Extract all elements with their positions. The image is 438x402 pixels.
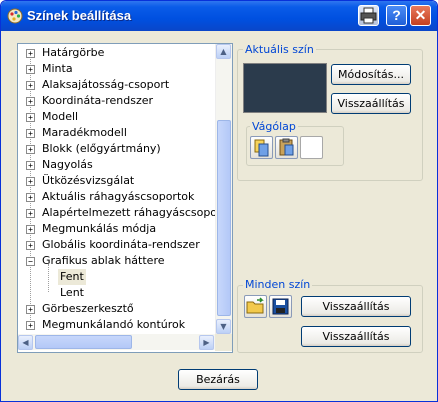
tree-item-label: Határgörbe — [42, 46, 105, 59]
scroll-down-button[interactable]: ▼ — [216, 319, 231, 334]
expand-icon[interactable]: + — [26, 177, 35, 186]
palette-app-icon — [7, 8, 23, 24]
window-title: Színek beállítása — [27, 8, 132, 23]
paste-color-button[interactable] — [275, 136, 298, 159]
tree-item-label: Megmunkálás módja — [42, 222, 157, 235]
horizontal-scrollbar[interactable]: ◀ ▶ — [18, 334, 215, 350]
save-disk-icon — [272, 298, 289, 315]
tree-item-label: Ütközésvizsgálat — [42, 174, 135, 187]
print-button[interactable] — [358, 5, 379, 26]
tree-item[interactable]: + Aktuális ráhagyáscsoportok — [18, 189, 215, 205]
current-color-swatch — [243, 63, 327, 113]
tree-item-label: Alaksajátosság-csoport — [42, 78, 170, 91]
scrollbar-corner — [215, 334, 232, 351]
tree-item-label: Görbeszerkesztő — [42, 302, 134, 315]
color-settings-dialog: Színek beállítása ? ✕ + Határgörbe + Min… — [0, 0, 438, 402]
paste-icon — [279, 138, 294, 156]
tree-item[interactable]: + Koordináta-rendszer — [18, 93, 215, 109]
expand-icon[interactable]: + — [26, 113, 35, 122]
all-colors-group-title: Minden szín — [243, 278, 313, 291]
tree-item-label: Blokk (előgyártmány) — [42, 142, 161, 155]
scroll-up-button[interactable]: ▲ — [216, 44, 231, 59]
tree-item-label: Maradékmodell — [42, 126, 127, 139]
tree-item-label: Minta — [42, 62, 73, 75]
tree-item[interactable]: + Határgörbe — [18, 45, 215, 61]
scroll-right-button[interactable]: ▶ — [199, 335, 214, 350]
tree-item[interactable]: + Nagyolás — [18, 157, 215, 173]
copy-icon — [254, 139, 269, 157]
tree-item-label: Alapértelmezett ráhagyáscsoportok — [42, 206, 233, 219]
vertical-scrollbar[interactable]: ▲ ▼ — [215, 44, 232, 334]
close-button[interactable]: Bezárás — [178, 369, 258, 390]
vertical-scroll-thumb[interactable] — [217, 120, 231, 316]
tree-item-label: Modell — [42, 110, 79, 123]
expand-icon[interactable]: + — [26, 241, 35, 250]
expand-icon[interactable]: + — [26, 321, 35, 330]
question-mark-icon: ? — [392, 7, 401, 23]
expand-icon[interactable]: + — [26, 161, 35, 170]
tree-item-label: Aktuális ráhagyáscsoportok — [42, 190, 195, 203]
arrow-down-icon: ▼ — [220, 322, 227, 331]
tree-item-label: Globális koordináta-rendszer — [42, 238, 200, 251]
expand-icon[interactable]: + — [26, 193, 35, 202]
tree-item[interactable]: + Alapértelmezett ráhagyáscsoportok — [18, 205, 232, 221]
expand-icon[interactable]: + — [26, 305, 35, 314]
expand-icon[interactable]: + — [26, 145, 35, 154]
tree-item-label: Nagyolás — [42, 158, 93, 171]
tree-item[interactable]: + Alaksajátosság-csoport — [18, 77, 215, 93]
close-window-button[interactable]: ✕ — [410, 5, 431, 26]
tree-item[interactable]: + Görbeszerkesztő — [18, 301, 215, 317]
copy-color-button[interactable] — [250, 136, 273, 159]
arrow-left-icon: ◀ — [22, 338, 29, 347]
tree-item[interactable]: + Minta — [18, 61, 215, 77]
tree-item-label: Koordináta-rendszer — [42, 94, 154, 107]
clipboard-color-swatch — [300, 136, 323, 159]
expand-icon[interactable]: + — [26, 81, 35, 90]
tree-item[interactable]: + Megmunkálás módja — [18, 221, 215, 237]
close-icon: ✕ — [414, 7, 427, 23]
printer-icon — [360, 7, 377, 24]
tree-child-item[interactable]: Fent — [18, 269, 215, 285]
tree-child-label: Lent — [60, 286, 84, 299]
expand-icon[interactable]: + — [26, 209, 35, 218]
collapse-icon[interactable]: − — [26, 257, 35, 266]
tree-item[interactable]: + Modell — [18, 109, 215, 125]
help-button[interactable]: ? — [386, 5, 407, 26]
tree-item[interactable]: + Blokk (előgyártmány) — [18, 141, 215, 157]
tree-item[interactable]: + Megmunkálandó kontúrok — [18, 317, 215, 333]
color-category-tree[interactable]: + Határgörbe + Minta + Alaksajátosság-cs… — [17, 43, 233, 353]
save-colors-button[interactable] — [269, 295, 292, 318]
reset-all-colors-button[interactable]: Visszaállítás — [301, 296, 411, 317]
tree-item[interactable]: + Ütközésvizsgálat — [18, 173, 215, 189]
tree-item[interactable]: + Globális koordináta-rendszer — [18, 237, 215, 253]
tree-item-label: Megmunkálandó kontúrok — [42, 318, 186, 331]
tree-child-item[interactable]: Lent — [18, 285, 215, 301]
reset-current-color-button[interactable]: Visszaállítás — [331, 93, 411, 114]
expand-icon[interactable]: + — [26, 129, 35, 138]
open-colors-button[interactable] — [244, 295, 267, 318]
reset-all-colors-button-2[interactable]: Visszaállítás — [301, 326, 411, 347]
expand-icon[interactable]: + — [26, 65, 35, 74]
arrow-right-icon: ▶ — [203, 338, 210, 347]
modify-color-button[interactable]: Módosítás... — [331, 64, 411, 85]
title-bar: Színek beállítása ? ✕ — [1, 1, 437, 31]
horizontal-scroll-thumb[interactable] — [35, 335, 132, 349]
scroll-left-button[interactable]: ◀ — [18, 335, 33, 350]
open-folder-icon — [246, 297, 264, 314]
current-color-group-title: Aktuális szín — [243, 43, 316, 56]
tree-item-label: Grafikus ablak háttere — [42, 254, 165, 267]
expand-icon[interactable]: + — [26, 97, 35, 106]
expand-icon[interactable]: + — [26, 225, 35, 234]
expand-icon[interactable]: + — [26, 49, 35, 58]
clipboard-group-title: Vágólap — [250, 120, 298, 133]
arrow-up-icon: ▲ — [220, 47, 227, 56]
tree-item[interactable]: + Maradékmodell — [18, 125, 215, 141]
tree-child-label: Fent — [58, 269, 86, 285]
